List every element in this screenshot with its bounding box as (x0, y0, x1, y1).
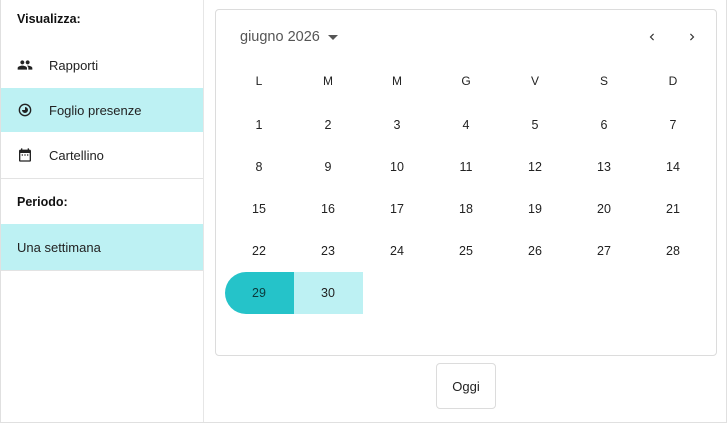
timelapse-icon (17, 102, 33, 118)
sidebar-item-label: Rapporti (49, 57, 99, 73)
weekday-label: V (530, 74, 539, 88)
next-month-button[interactable] (679, 24, 705, 50)
calendar-day[interactable]: 2 (294, 104, 363, 146)
weekday-label: M (323, 74, 333, 88)
calendar-day[interactable]: 23 (294, 230, 363, 272)
month-label: giugno 2026 (240, 29, 320, 45)
today-button[interactable]: Oggi (436, 363, 496, 409)
calendar-day[interactable]: 24 (363, 230, 432, 272)
calendar-day[interactable]: 10 (363, 146, 432, 188)
calendar-day[interactable]: 25 (432, 230, 501, 272)
calendar-day[interactable]: 13 (570, 146, 639, 188)
calendar-day[interactable]: 8 (225, 146, 294, 188)
calendar-day[interactable]: 5 (501, 104, 570, 146)
period-heading: Periodo: (17, 195, 68, 209)
calendar-day[interactable]: 12 (501, 146, 570, 188)
sidebar-item-rapporti[interactable]: Rapporti (1, 43, 203, 87)
calendar-card: giugno 2026 LMMGVSD 1 2 3 4 5 6 7 8 9 10 11 12 13 14 1… (215, 9, 717, 356)
calendar-day[interactable]: 6 (570, 104, 639, 146)
calendar-day[interactable]: 27 (570, 230, 639, 272)
sidebar-item-cartellino[interactable]: Cartellino (1, 133, 203, 177)
sidebar-item-label: Foglio presenze (49, 102, 142, 118)
calendar-day[interactable]: 14 (639, 146, 708, 188)
people-icon (17, 57, 33, 73)
sidebar-item-label: Cartellino (49, 147, 104, 163)
calendar-day[interactable]: 15 (225, 188, 294, 230)
calendar-day[interactable]: 1 (225, 104, 294, 146)
calendar-day[interactable]: 4 (432, 104, 501, 146)
view-heading: Visualizza: (17, 12, 81, 26)
calendar-day[interactable]: 19 (501, 188, 570, 230)
calendar-day[interactable]: 18 (432, 188, 501, 230)
weekday-label: L (255, 74, 263, 88)
caret-down-icon (327, 34, 338, 40)
calendar-day[interactable]: 22 (225, 230, 294, 272)
calendar-day[interactable]: 3 (363, 104, 432, 146)
period-item-una-settimana[interactable]: Una settimana (1, 224, 203, 270)
calendar-day[interactable]: 16 (294, 188, 363, 230)
sidebar: Visualizza: Rapporti Foglio presenze Car… (1, 0, 204, 422)
calendar-day[interactable]: 11 (432, 146, 501, 188)
divider (1, 178, 203, 179)
weekday-label: G (461, 74, 471, 88)
calendar-day[interactable]: 21 (639, 188, 708, 230)
weekday-label: M (392, 74, 402, 88)
calendar-day[interactable]: 30 (293, 272, 363, 314)
month-selector[interactable]: giugno 2026 (240, 26, 338, 48)
weekday-label: S (599, 74, 608, 88)
calendar-day[interactable]: 7 (639, 104, 708, 146)
calendar-day[interactable]: 29 (224, 272, 294, 314)
weekday-label: D (668, 74, 678, 88)
period-item-label: Una settimana (17, 239, 101, 255)
calendar-day[interactable]: 26 (501, 230, 570, 272)
calendar-icon (17, 147, 33, 163)
calendar-day[interactable]: 9 (294, 146, 363, 188)
divider (1, 270, 203, 271)
sidebar-item-foglio-presenze[interactable]: Foglio presenze (1, 88, 203, 132)
previous-month-button[interactable] (639, 24, 665, 50)
chevron-left-icon (649, 33, 654, 41)
calendar-day[interactable]: 17 (363, 188, 432, 230)
chevron-right-icon (690, 33, 695, 41)
calendar-day[interactable]: 28 (639, 230, 708, 272)
calendar-day[interactable]: 20 (570, 188, 639, 230)
